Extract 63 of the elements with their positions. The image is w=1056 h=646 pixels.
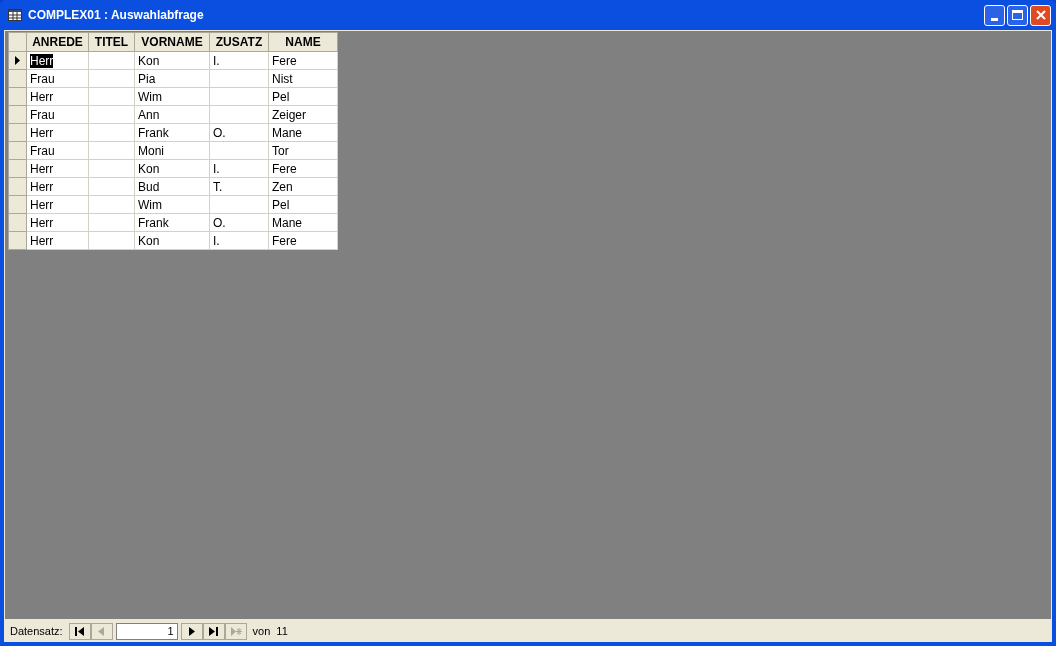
table-cell: Frank xyxy=(138,125,169,140)
maximize-icon xyxy=(1012,10,1023,20)
table-cell: Pel xyxy=(272,197,290,212)
last-record-icon xyxy=(207,625,220,637)
close-icon xyxy=(1035,10,1046,20)
column-header[interactable]: ANREDE xyxy=(26,32,89,52)
table-cell: O. xyxy=(213,215,226,230)
table-cell: Mane xyxy=(272,125,303,140)
table-cell: Pia xyxy=(138,71,156,86)
close-button[interactable] xyxy=(1030,4,1051,26)
table-cell: Bud xyxy=(138,179,160,194)
datasheet-icon xyxy=(8,9,22,21)
table-cell: Zen xyxy=(272,179,293,194)
record-label: Datensatz: xyxy=(10,623,63,639)
maximize-button[interactable] xyxy=(1007,4,1028,26)
table-cell: Mane xyxy=(272,215,303,230)
table-cell: Ann xyxy=(138,107,160,122)
table-cell: I. xyxy=(213,161,220,176)
table-cell: Fere xyxy=(272,233,297,248)
column-header[interactable]: TITEL xyxy=(88,32,135,52)
table-cell: Pel xyxy=(272,89,290,104)
record-number-field[interactable]: 1 xyxy=(115,622,178,640)
table-cell: I. xyxy=(213,53,220,68)
minimize-icon xyxy=(991,17,998,21)
table-cell: Wim xyxy=(138,89,162,104)
table-cell: Fere xyxy=(272,53,297,68)
table-cell: I. xyxy=(213,233,220,248)
column-header[interactable]: NAME xyxy=(268,32,338,52)
table-cell: Herr xyxy=(30,53,54,68)
last-record-button[interactable] xyxy=(202,622,225,640)
table-cell: Kon xyxy=(138,161,160,176)
table-cell: T. xyxy=(213,179,223,194)
table-cell: Herr xyxy=(30,179,54,194)
record-count: 11 xyxy=(276,623,288,639)
window-title: COMPLEX01 : Auswahlabfrage xyxy=(28,7,204,24)
table-cell: Herr xyxy=(30,215,54,230)
minimize-button[interactable] xyxy=(984,4,1005,26)
table-cell: Kon xyxy=(138,233,160,248)
table-cell: Frank xyxy=(138,215,169,230)
column-header[interactable]: VORNAME xyxy=(134,32,210,52)
table-cell: Moni xyxy=(138,143,164,158)
first-record-button[interactable] xyxy=(68,622,91,640)
table-cell: Fere xyxy=(272,161,297,176)
table-cell: Herr xyxy=(30,161,54,176)
table-cell: Zeiger xyxy=(272,107,306,122)
table-cell: Herr xyxy=(30,89,54,104)
table-cell: Kon xyxy=(138,53,160,68)
table-cell: Frau xyxy=(30,143,55,158)
table-cell: Herr xyxy=(30,233,54,248)
table-cell: O. xyxy=(213,125,226,140)
current-row-icon xyxy=(15,56,20,65)
table-cell: Herr xyxy=(30,197,54,212)
table-cell: Frau xyxy=(30,71,55,86)
next-record-button[interactable] xyxy=(180,622,203,640)
column-header[interactable]: ZUSATZ xyxy=(209,32,269,52)
table-cell: Wim xyxy=(138,197,162,212)
table-cell: Herr xyxy=(30,125,54,140)
table-cell: Nist xyxy=(272,71,293,86)
first-record-icon xyxy=(73,625,86,637)
table-cell: Frau xyxy=(30,107,55,122)
table-cell: Tor xyxy=(272,143,289,158)
new-record-icon xyxy=(229,625,242,637)
of-label: von xyxy=(252,623,271,639)
